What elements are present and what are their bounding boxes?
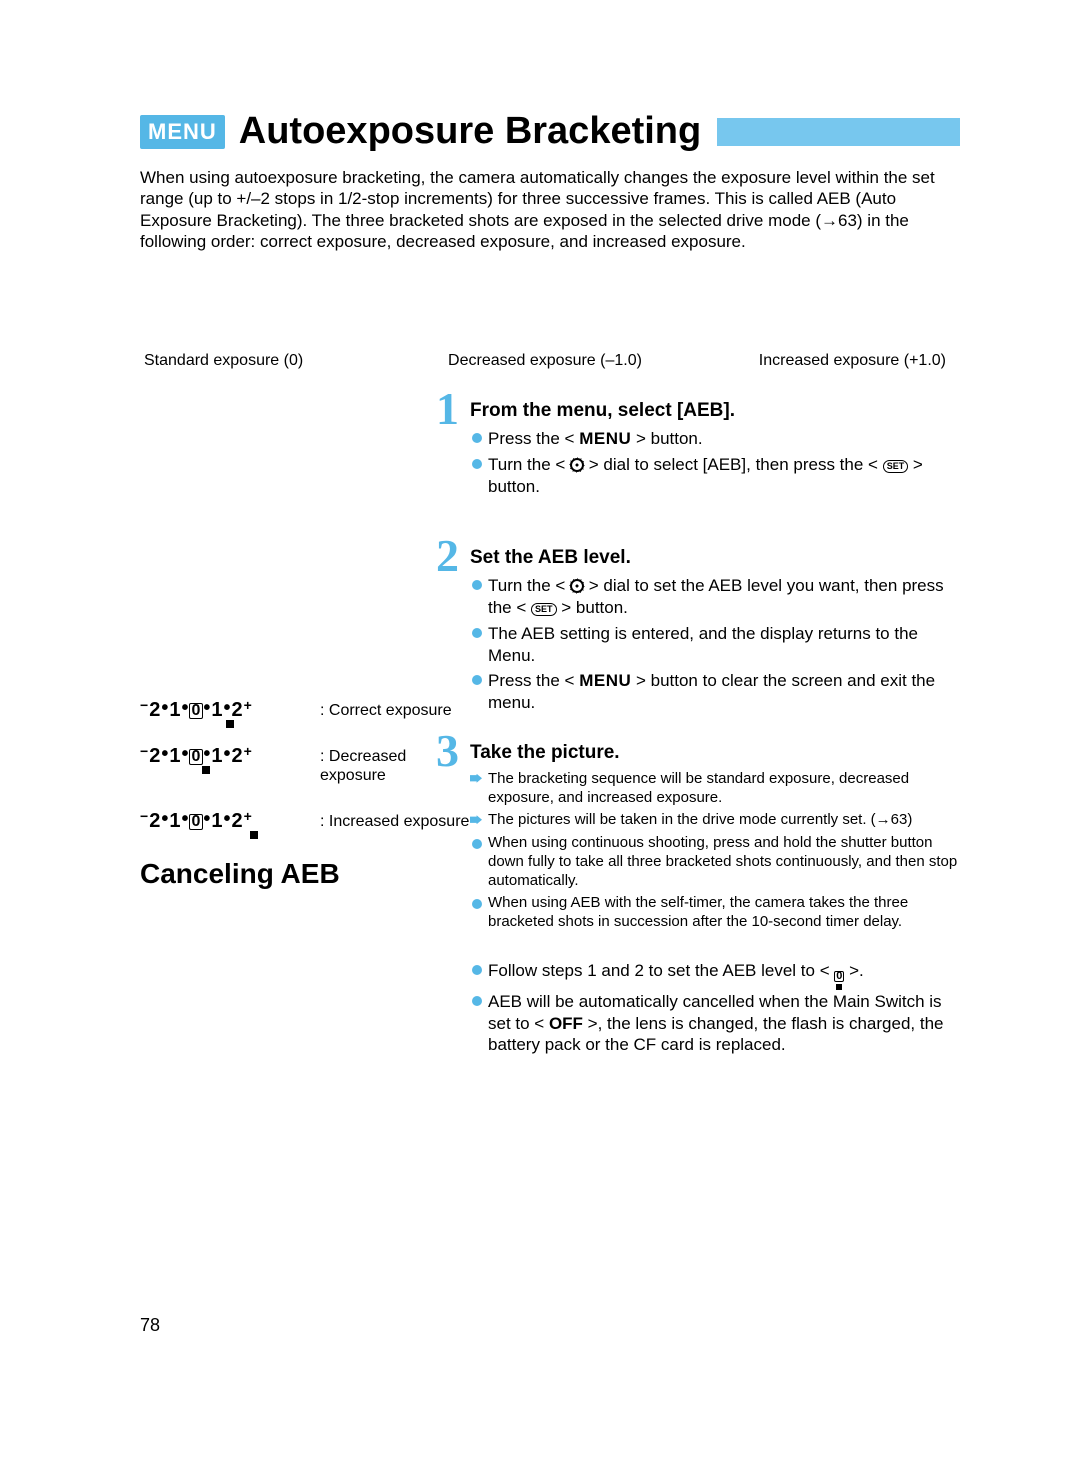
bullet-line: Press the < MENU > button.: [470, 428, 960, 450]
exposure-scale-row: −2•1•0•1•2+: Increased exposure: [140, 811, 470, 831]
bullet-line: When using continuous shooting, press an…: [470, 834, 960, 890]
set-icon: SET: [531, 603, 557, 616]
manual-page: MENU Autoexposure Bracketing When using …: [0, 0, 1080, 1476]
bullet-line: Turn the < > dial to select [AEB], then …: [470, 454, 960, 498]
step-title: Set the AEB level.: [470, 547, 960, 569]
caption-decreased: Decreased exposure (–1.0): [411, 352, 678, 370]
page-title: Autoexposure Bracketing: [239, 110, 701, 153]
step-body: Press the < MENU > button. Turn the < > d…: [470, 428, 960, 497]
bullet-line: Turn the < > dial to set the AEB level y…: [470, 575, 960, 619]
bullet-line: Press the < MENU > button to clear the s…: [470, 670, 960, 714]
step-number: 1: [436, 386, 459, 432]
step-body: The bracketing sequence will be standard…: [470, 770, 960, 932]
step-number: 2: [436, 533, 459, 579]
bullet-line: AEB will be automatically cancelled when…: [470, 991, 960, 1056]
dial-icon: [570, 458, 584, 472]
bullet-line: The AEB setting is entered, and the disp…: [470, 623, 960, 667]
step-title: From the menu, select [AEB].: [470, 400, 960, 422]
canceling-aeb-body: Follow steps 1 and 2 to set the AEB leve…: [470, 960, 960, 1056]
bullet-line: When using AEB with the self-timer, the …: [470, 894, 960, 932]
page-title-row: MENU Autoexposure Bracketing: [140, 110, 960, 153]
result-line: The pictures will be taken in the drive …: [470, 811, 960, 830]
example-captions: Standard exposure (0) Decreased exposure…: [140, 352, 960, 370]
step-title: Take the picture.: [470, 742, 960, 764]
exposure-scale-icon: −2•1•0•1•2+: [140, 811, 320, 831]
menu-badge: MENU: [140, 115, 225, 149]
title-accent-bar: [717, 118, 960, 146]
left-column: −2•1•0•1•2+: Correct exposure−2•1•0•1•2+…: [140, 400, 470, 1060]
dial-icon: [570, 579, 584, 593]
bullet-line: Follow steps 1 and 2 to set the AEB leve…: [470, 960, 960, 987]
caption-increased: Increased exposure (+1.0): [679, 352, 956, 370]
exposure-scale-icon: −2•1•0•1•2+: [140, 700, 320, 720]
exposure-scale-icon: −2•1•0•1•2+: [140, 746, 320, 766]
step-2: 2Set the AEB level.Turn the < > dial to …: [470, 547, 960, 714]
step-body: Turn the < > dial to set the AEB level y…: [470, 575, 960, 714]
zero-marker-icon: 0: [834, 971, 844, 990]
step-1: 1From the menu, select [AEB].Press the <…: [470, 400, 960, 497]
result-line: The bracketing sequence will be standard…: [470, 770, 960, 808]
exposure-scale-label: : Correct exposure: [320, 700, 452, 720]
step-number: 3: [436, 728, 459, 774]
canceling-aeb-heading: Canceling AEB: [140, 858, 470, 890]
step-3: 3Take the picture.The bracketing sequenc…: [470, 742, 960, 932]
set-icon: SET: [883, 460, 909, 473]
intro-paragraph: When using autoexposure bracketing, the …: [140, 167, 960, 252]
caption-standard: Standard exposure (0): [144, 352, 411, 370]
exposure-scale-row: −2•1•0•1•2+: Correct exposure: [140, 700, 470, 720]
exposure-scale-label: : Increased exposure: [320, 811, 469, 831]
exposure-scale-list: −2•1•0•1•2+: Correct exposure−2•1•0•1•2+…: [140, 700, 470, 832]
exposure-scale-row: −2•1•0•1•2+: Decreased exposure: [140, 746, 470, 785]
right-column: 1From the menu, select [AEB].Press the <…: [470, 400, 960, 1060]
page-number: 78: [140, 1315, 160, 1336]
